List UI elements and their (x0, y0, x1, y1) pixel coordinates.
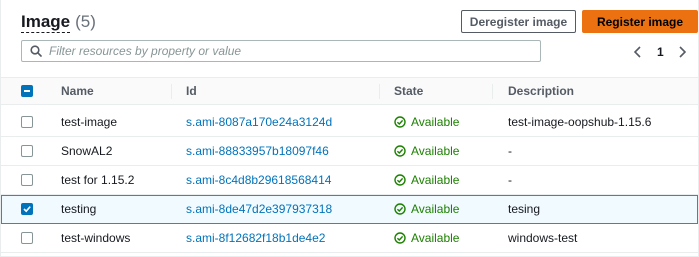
register-image-button[interactable]: Register image (582, 10, 698, 33)
check-circle-icon (394, 116, 406, 128)
table-header: Name Id State Description (1, 77, 698, 105)
cell-description: tesing (508, 202, 541, 216)
cell-description: - (508, 144, 512, 158)
cell-name: test-image (61, 115, 118, 129)
search-field[interactable] (21, 40, 541, 62)
select-all-checkbox[interactable] (21, 85, 33, 97)
search-input[interactable] (49, 44, 529, 58)
checkmark-icon (23, 206, 31, 213)
state-label: Available (411, 173, 460, 187)
row-checkbox[interactable] (21, 232, 33, 244)
cell-name: testing (61, 202, 97, 216)
panel-header: Image (5) (21, 10, 96, 34)
column-header-state[interactable]: State (394, 78, 423, 104)
cell-name: SnowAL2 (61, 144, 113, 158)
state-label: Available (411, 115, 460, 129)
column-divider[interactable] (379, 84, 380, 99)
deregister-image-button[interactable]: Deregister image (461, 10, 576, 33)
cell-id-link[interactable]: s.ami-8f12682f18b1de4e2 (186, 224, 325, 252)
chevron-right-icon (679, 46, 686, 58)
cell-description: - (508, 173, 512, 187)
row-checkbox[interactable] (21, 116, 33, 128)
column-header-id[interactable]: Id (186, 78, 197, 104)
column-header-name[interactable]: Name (61, 78, 94, 104)
next-page-button[interactable] (673, 43, 691, 61)
prev-page-button[interactable] (629, 43, 647, 61)
cell-id-link[interactable]: s.ami-88833957b18097f46 (186, 137, 329, 165)
cell-description: windows-test (508, 231, 578, 245)
row-checkbox-checked[interactable] (21, 203, 33, 215)
pagination: 1 (629, 42, 691, 62)
cell-name: test for 1.15.2 (61, 173, 135, 187)
state-label: Available (411, 144, 460, 158)
check-circle-icon (394, 232, 406, 244)
cell-state: Available (394, 108, 459, 136)
column-divider[interactable] (492, 84, 493, 99)
cell-state: Available (394, 137, 459, 165)
column-header-description[interactable]: Description (508, 78, 574, 104)
item-count: (5) (75, 12, 96, 31)
table-row[interactable]: test for 1.15.2 s.ami-8c4d8b29618568414 … (1, 166, 698, 195)
cell-name: test-windows (61, 231, 131, 245)
state-label: Available (411, 202, 460, 216)
cell-state: Available (394, 224, 459, 252)
cell-id-link[interactable]: s.ami-8c4d8b29618568414 (186, 166, 331, 194)
cell-description: test-image-oopshub-1.15.6 (508, 115, 652, 129)
current-page[interactable]: 1 (657, 45, 664, 59)
table-row-selected[interactable]: testing s.ami-8de47d2e397937318 Availabl… (1, 195, 698, 224)
cell-id-link[interactable]: s.ami-8087a170e24a3124d (186, 108, 332, 136)
table-row[interactable]: SnowAL2 s.ami-88833957b18097f46 Availabl… (1, 137, 698, 166)
check-circle-icon (394, 203, 406, 215)
chevron-left-icon (633, 46, 641, 58)
page-title[interactable]: Image (21, 12, 71, 33)
cell-id-link[interactable]: s.ami-8de47d2e397937318 (186, 195, 332, 223)
row-checkbox[interactable] (21, 145, 33, 157)
table-row[interactable]: test-windows s.ami-8f12682f18b1de4e2 Ava… (1, 224, 698, 253)
column-divider[interactable] (171, 84, 172, 99)
images-panel: Image (5) Deregister image Register imag… (0, 0, 699, 257)
check-circle-icon (394, 174, 406, 186)
row-checkbox[interactable] (21, 174, 33, 186)
check-circle-icon (394, 145, 406, 157)
cell-state: Available (394, 195, 459, 223)
cell-state: Available (394, 166, 459, 194)
table-row[interactable]: test-image s.ami-8087a170e24a3124d Avail… (1, 108, 698, 137)
search-icon (30, 45, 42, 57)
state-label: Available (411, 231, 460, 245)
